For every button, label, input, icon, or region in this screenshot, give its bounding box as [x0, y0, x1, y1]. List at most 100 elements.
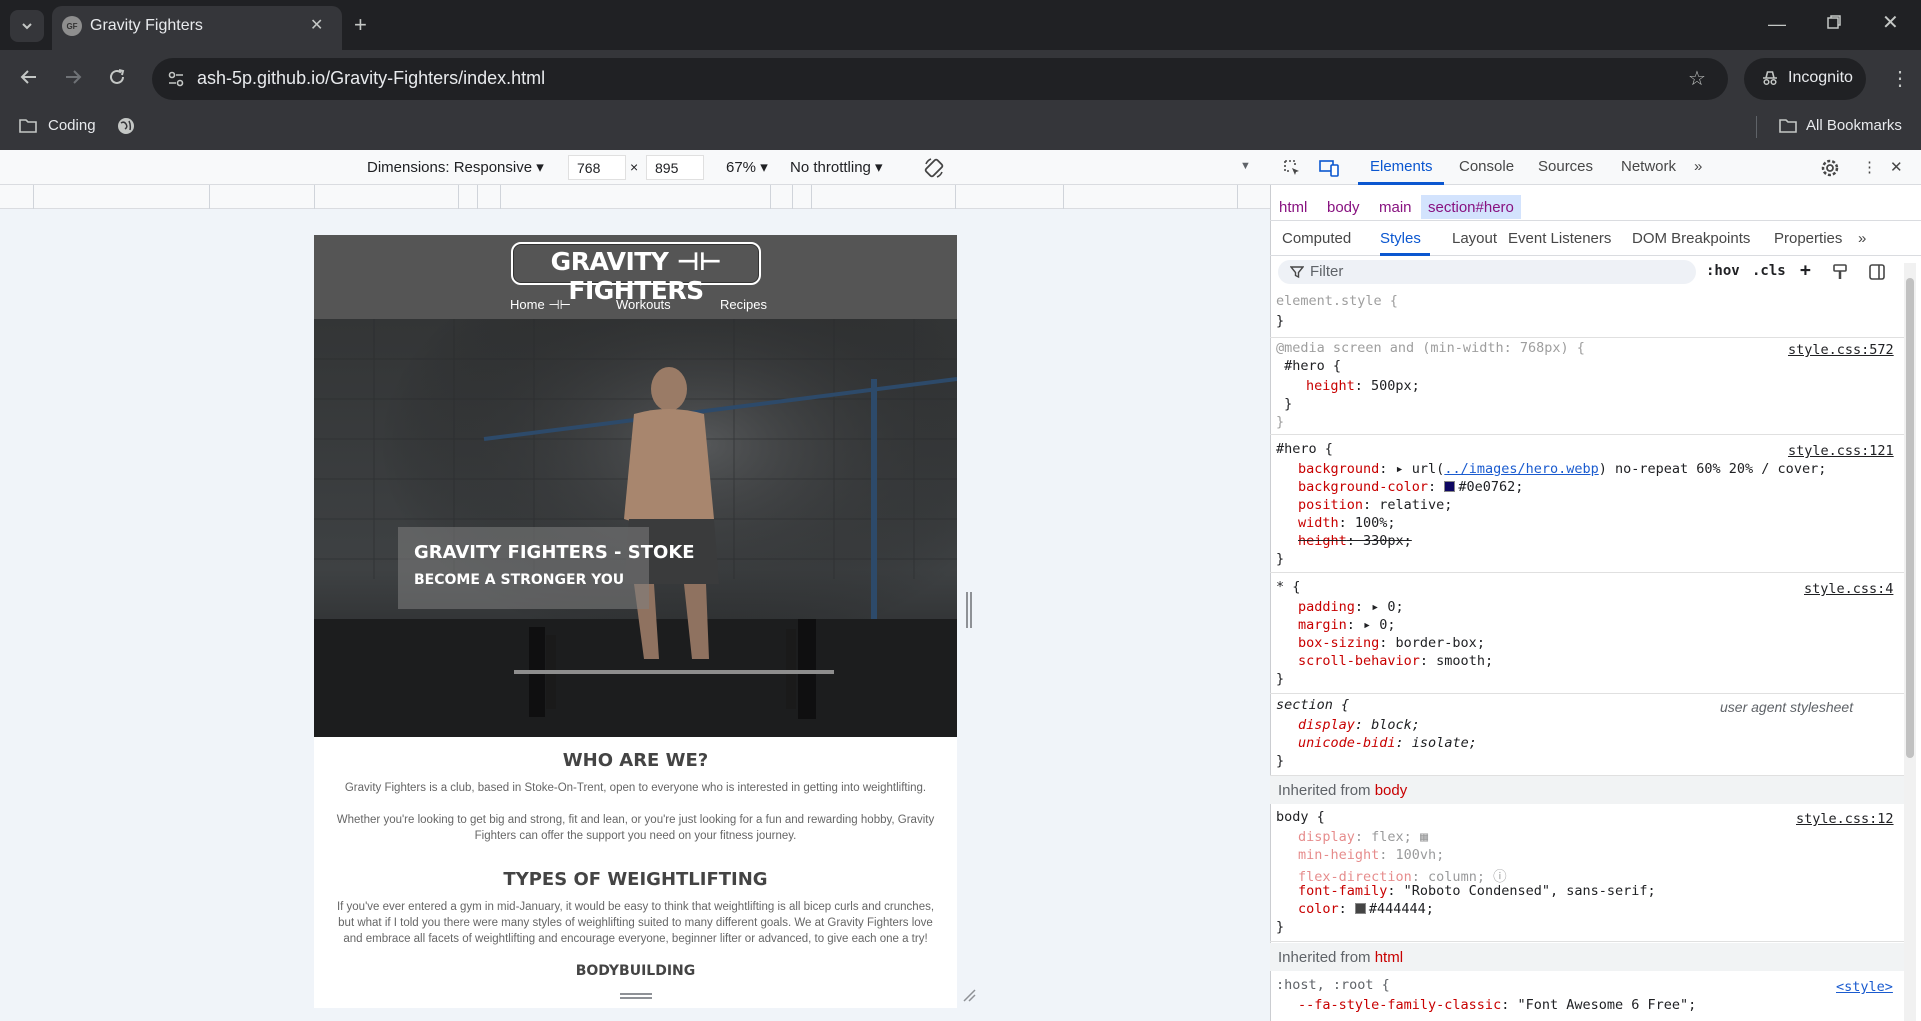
- tab-search-button[interactable]: [10, 10, 44, 42]
- source-link-body[interactable]: style.css:12: [1796, 811, 1894, 827]
- breadcrumb: [1270, 193, 1921, 221]
- window-close-icon[interactable]: ✕: [1882, 10, 1899, 35]
- ruler-tick: [314, 185, 315, 209]
- val-fa-style-family: : "Font Awesome 6 Free";: [1501, 997, 1697, 1013]
- decl-fa-style-family[interactable]: --fa-style-family-classic: "Font Awesome…: [1298, 997, 1696, 1013]
- new-tab-icon[interactable]: +: [354, 12, 367, 38]
- tab-close-icon[interactable]: ✕: [310, 15, 323, 35]
- resize-corner-icon[interactable]: [962, 988, 976, 1002]
- decl-font-family[interactable]: font-family: "Roboto Condensed", sans-se…: [1298, 883, 1656, 899]
- breadcrumb-section-hero[interactable]: section#hero: [1428, 199, 1514, 216]
- height-input[interactable]: 895: [646, 155, 704, 180]
- decl-background[interactable]: background: ▸ url(../images/hero.webp) n…: [1298, 461, 1826, 477]
- paint-icon[interactable]: [1832, 263, 1848, 281]
- rotate-icon[interactable]: [922, 156, 946, 180]
- subtab-styles[interactable]: Styles: [1380, 230, 1421, 247]
- zoom-dropdown[interactable]: 67% ▾: [726, 158, 768, 176]
- decl-position[interactable]: position: relative;: [1298, 497, 1452, 513]
- width-input[interactable]: 768: [568, 155, 626, 180]
- globe-icon[interactable]: [116, 116, 136, 136]
- subtab-properties[interactable]: Properties: [1774, 230, 1842, 247]
- devtools-close-icon[interactable]: ✕: [1890, 158, 1903, 176]
- prop-color: color: [1298, 901, 1339, 917]
- inspect-element-icon[interactable]: [1282, 158, 1302, 178]
- nav-recipes[interactable]: Recipes: [720, 297, 767, 312]
- bookmark-star-icon[interactable]: ☆: [1688, 66, 1706, 91]
- styles-scrollbar-thumb[interactable]: [1906, 278, 1914, 758]
- subtab-layout[interactable]: Layout: [1452, 230, 1497, 247]
- device-toolbar-more-icon[interactable]: ▼: [1240, 160, 1251, 172]
- dimensions-dropdown[interactable]: Dimensions: Responsive ▾: [367, 158, 544, 176]
- forward-arrow-icon[interactable]: [62, 66, 84, 88]
- reload-icon[interactable]: [106, 66, 128, 88]
- decl-background-color[interactable]: background-color: #0e0762;: [1298, 479, 1523, 495]
- device-toggle-icon[interactable]: [1318, 158, 1340, 178]
- throttling-dropdown[interactable]: No throttling ▾: [790, 158, 883, 176]
- prop-min-height: min-height: [1298, 847, 1380, 863]
- minimize-icon[interactable]: —: [1768, 14, 1786, 35]
- decl-scroll-behavior[interactable]: scroll-behavior: smooth;: [1298, 653, 1493, 669]
- prop-unicode-bidi: unicode-bidi: [1298, 735, 1396, 751]
- tab-network[interactable]: Network: [1621, 158, 1676, 175]
- color-swatch[interactable]: [1444, 481, 1456, 492]
- resize-handle-bottom[interactable]: [620, 993, 652, 999]
- prop-height-overridden: height: [1298, 533, 1347, 549]
- dumbbell-icon: ⊣⊢: [548, 297, 571, 312]
- subtab-computed[interactable]: Computed: [1282, 230, 1351, 247]
- nav-workouts[interactable]: Workouts: [616, 297, 671, 312]
- val-margin: : ▸ 0;: [1346, 617, 1396, 633]
- url-text[interactable]: ash-5p.github.io/Gravity-Fighters/index.…: [197, 68, 545, 89]
- decl-width[interactable]: width: 100%;: [1298, 515, 1396, 531]
- decl-box-sizing[interactable]: box-sizing: border-box;: [1298, 635, 1485, 651]
- source-link-hero[interactable]: style.css:121: [1788, 443, 1894, 459]
- subtab-event-listeners[interactable]: Event Listeners: [1508, 230, 1611, 247]
- settings-gear-icon[interactable]: [1820, 158, 1840, 178]
- ruler-tick: [209, 185, 210, 209]
- kebab-menu-icon[interactable]: ⋮: [1890, 66, 1910, 91]
- tab-elements[interactable]: Elements: [1370, 158, 1433, 175]
- inherited-html-link[interactable]: html: [1375, 949, 1403, 966]
- decl-height-500[interactable]: height: 500px;: [1306, 378, 1420, 394]
- flex-editor-icon[interactable]: ▦: [1420, 829, 1428, 845]
- resize-handle-right[interactable]: [966, 592, 972, 628]
- source-link-media[interactable]: style.css:572: [1788, 342, 1894, 358]
- restore-icon[interactable]: [1826, 14, 1842, 30]
- more-subtabs-icon[interactable]: »: [1858, 230, 1866, 247]
- decl-height-overridden[interactable]: height: 330px;: [1298, 533, 1412, 549]
- decl-display-flex[interactable]: display: flex; ▦: [1298, 829, 1428, 845]
- sidebar-toggle-icon[interactable]: [1868, 263, 1886, 281]
- hero-caption-box: [398, 527, 649, 609]
- decl-flex-direction[interactable]: flex-direction: column; ⓘ: [1298, 865, 1507, 885]
- devtools-menu-icon[interactable]: ⋮: [1862, 158, 1877, 176]
- prop-background-color: background-color: [1298, 479, 1429, 495]
- rule-close: }: [1276, 753, 1285, 769]
- rule-close: }: [1276, 551, 1285, 567]
- nav-home[interactable]: Home ⊣⊢: [510, 297, 571, 313]
- decl-color[interactable]: color: #444444;: [1298, 901, 1434, 917]
- val-unicode-bidi: : isolate;: [1395, 735, 1477, 751]
- breadcrumb-main[interactable]: main: [1379, 199, 1412, 216]
- breadcrumb-html[interactable]: html: [1279, 199, 1307, 216]
- more-tabs-icon[interactable]: »: [1694, 158, 1702, 175]
- source-link-style-tag[interactable]: <style>: [1836, 979, 1893, 995]
- color-swatch[interactable]: [1354, 903, 1366, 914]
- bookmark-coding[interactable]: Coding: [48, 117, 96, 134]
- source-link-universal[interactable]: style.css:4: [1804, 581, 1893, 597]
- background-url-link[interactable]: ../images/hero.webp: [1444, 461, 1598, 477]
- decl-margin[interactable]: margin: ▸ 0;: [1298, 617, 1396, 633]
- inherited-body-link[interactable]: body: [1375, 782, 1408, 799]
- hov-button[interactable]: :hov: [1706, 263, 1740, 279]
- breadcrumb-body[interactable]: body: [1327, 199, 1360, 216]
- tab-console[interactable]: Console: [1459, 158, 1514, 175]
- decl-padding[interactable]: padding: ▸ 0;: [1298, 599, 1404, 615]
- decl-min-height[interactable]: min-height: 100vh;: [1298, 847, 1444, 863]
- back-arrow-icon[interactable]: [18, 66, 40, 88]
- new-rule-icon[interactable]: +: [1800, 260, 1811, 281]
- subtab-dom-breakpoints[interactable]: DOM Breakpoints: [1632, 230, 1750, 247]
- cls-button[interactable]: .cls: [1752, 263, 1786, 279]
- tab-sources[interactable]: Sources: [1538, 158, 1593, 175]
- all-bookmarks[interactable]: All Bookmarks: [1806, 117, 1902, 134]
- site-info-icon[interactable]: [166, 69, 186, 89]
- selector-hero-media: #hero {: [1276, 358, 1342, 374]
- inherited-from-html: Inherited from html: [1270, 943, 1904, 971]
